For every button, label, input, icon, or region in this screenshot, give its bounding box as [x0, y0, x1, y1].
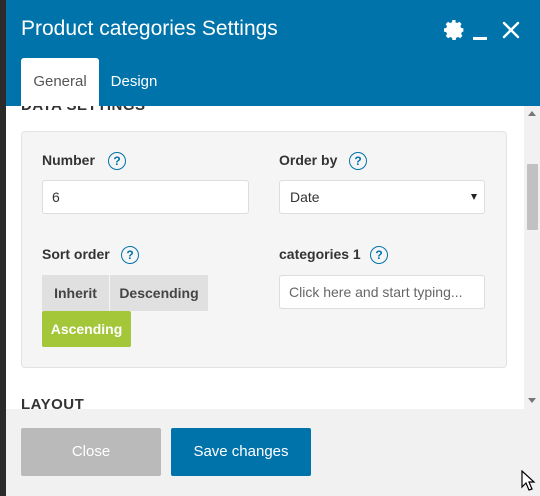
- sort-descending-button[interactable]: Descending: [110, 275, 208, 311]
- settings-content: DATA SETTINGS Number ? Order by ? Date S…: [6, 106, 524, 409]
- sort-inherit-button[interactable]: Inherit: [42, 275, 109, 311]
- save-changes-button[interactable]: Save changes: [171, 428, 311, 476]
- modal-title: Product categories Settings: [21, 17, 278, 40]
- modal-footer: Close Save changes: [6, 409, 540, 496]
- caret-down-icon: [471, 194, 477, 200]
- scroll-down-arrow[interactable]: [528, 398, 536, 403]
- order-by-select[interactable]: Date: [279, 180, 485, 214]
- categories-label: categories 1: [279, 246, 361, 262]
- sort-order-label: Sort order: [42, 246, 110, 262]
- minimize-icon[interactable]: [471, 18, 489, 42]
- settings-scroll-area[interactable]: DATA SETTINGS Number ? Order by ? Date S…: [21, 106, 524, 409]
- help-icon[interactable]: ?: [370, 246, 388, 264]
- close-icon[interactable]: [501, 20, 521, 40]
- sort-ascending-button[interactable]: Ascending: [42, 311, 131, 347]
- gear-icon[interactable]: [442, 18, 466, 42]
- scroll-up-arrow[interactable]: [528, 111, 536, 116]
- settings-modal: Product categories Settings General Desi…: [6, 0, 540, 496]
- close-button[interactable]: Close: [21, 428, 161, 476]
- section-heading-data-settings: DATA SETTINGS: [21, 106, 146, 114]
- content-scrollbar[interactable]: [524, 106, 540, 409]
- help-icon[interactable]: ?: [349, 152, 367, 170]
- scroll-thumb[interactable]: [527, 164, 538, 230]
- tab-general[interactable]: General: [21, 58, 99, 106]
- mouse-cursor-icon: [521, 470, 536, 491]
- order-by-value: Date: [290, 189, 320, 205]
- tab-design-label: Design: [110, 73, 158, 90]
- number-input[interactable]: [42, 180, 249, 214]
- data-settings-panel: Number ? Order by ? Date Sort order ? In…: [21, 131, 507, 368]
- tab-design[interactable]: Design: [104, 58, 164, 106]
- section-heading-layout: LAYOUT: [21, 396, 85, 409]
- number-label: Number: [42, 152, 95, 168]
- categories-input[interactable]: [279, 275, 485, 309]
- tab-general-label: General: [33, 73, 87, 90]
- help-icon[interactable]: ?: [121, 246, 139, 264]
- help-icon[interactable]: ?: [108, 152, 126, 170]
- modal-header: Product categories Settings General Desi…: [6, 0, 540, 106]
- order-by-label: Order by: [279, 152, 338, 168]
